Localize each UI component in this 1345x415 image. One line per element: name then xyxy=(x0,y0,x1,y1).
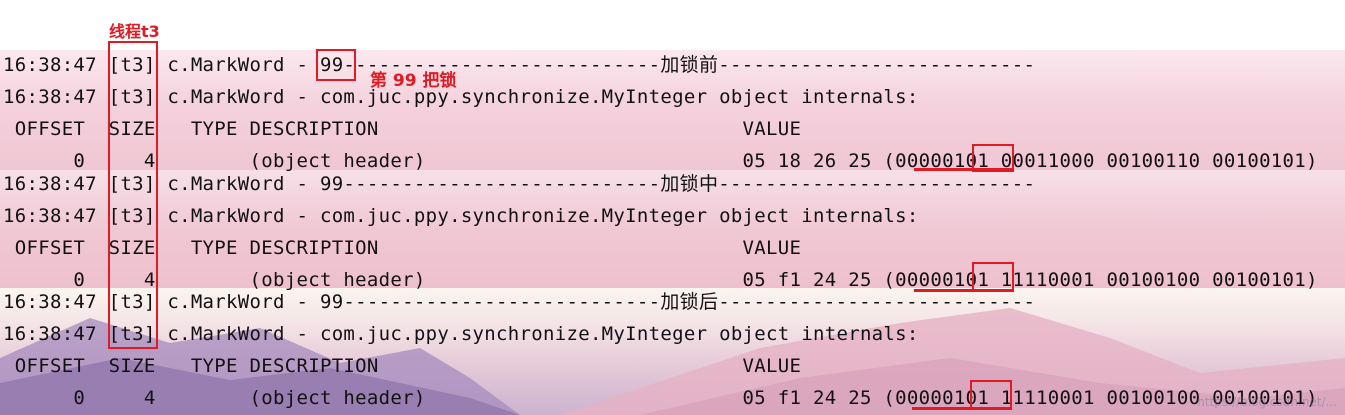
table-row-before: 0 4 (object header) 05 18 26 25 (0000010… xyxy=(3,150,1318,172)
lock-bits-highlight-during xyxy=(972,262,1014,292)
table-row-after: 0 4 (object header) 05 f1 24 25 (0000010… xyxy=(3,387,1318,409)
thread-label: 线程t3 xyxy=(109,22,160,41)
lock-bits-underline-before xyxy=(914,168,1014,171)
table-row-during: 0 4 (object header) 05 f1 24 25 (0000010… xyxy=(3,269,1318,291)
lock-bits-underline-during xyxy=(914,289,1014,292)
lock-number-highlight xyxy=(316,49,356,81)
lock-bits-highlight-after xyxy=(970,380,1012,410)
table-header-after: OFFSET SIZE TYPE DESCRIPTION VALUE xyxy=(3,355,802,377)
lock-number-note: 第 99 把锁 xyxy=(370,71,457,91)
console-output: 16:38:47 [t3] c.MarkWord - 99-----------… xyxy=(0,50,1345,415)
watermark: https://blog.csdn.net/... xyxy=(1197,395,1337,409)
lock-bits-underline-after xyxy=(912,407,1012,410)
thread-column-highlight xyxy=(108,41,158,349)
